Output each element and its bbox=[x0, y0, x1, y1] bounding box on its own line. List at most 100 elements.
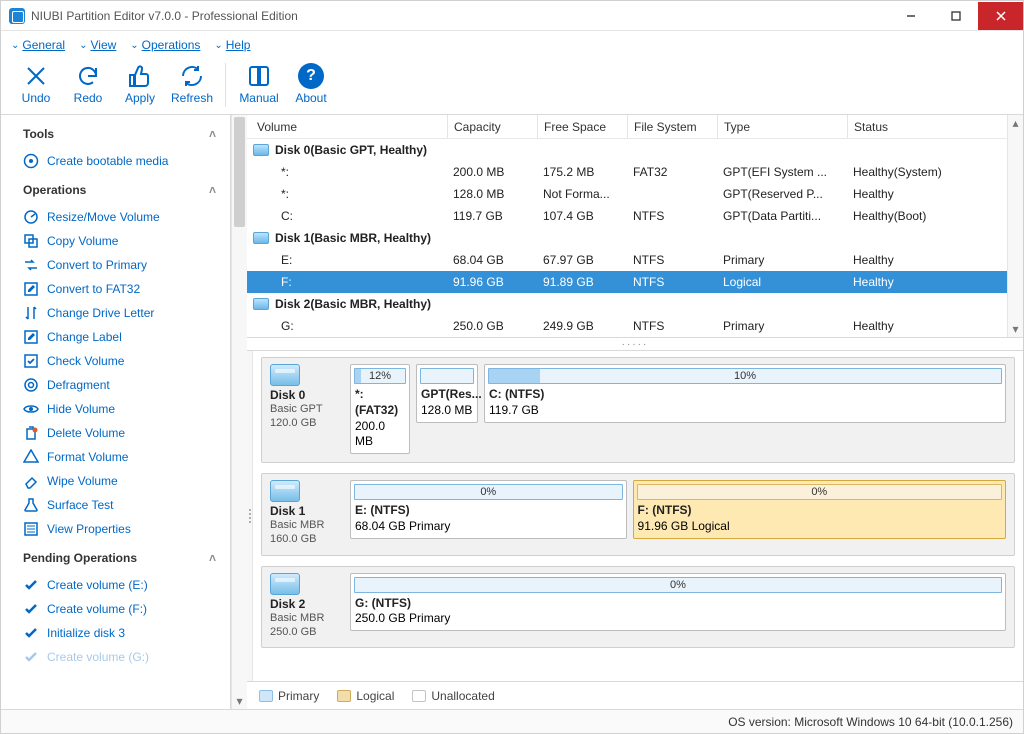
disk-icon bbox=[253, 144, 269, 156]
disc-icon bbox=[23, 153, 39, 169]
chevron-up-icon: ˄ bbox=[209, 551, 216, 565]
undo-icon bbox=[23, 63, 49, 89]
chevron-down-icon: ⌄ bbox=[11, 40, 19, 51]
flask-icon bbox=[23, 497, 39, 513]
sidebar-scrollbar[interactable]: ▾ bbox=[231, 115, 247, 709]
app-icon bbox=[9, 8, 25, 24]
op-resize[interactable]: Resize/Move Volume bbox=[1, 205, 230, 229]
disk-icon bbox=[270, 480, 300, 502]
refresh-button[interactable]: Refresh bbox=[167, 63, 217, 105]
op-delete[interactable]: Delete Volume bbox=[1, 421, 230, 445]
col-volume[interactable]: Volume bbox=[247, 115, 447, 138]
eraser-icon bbox=[23, 473, 39, 489]
disk-map-area: Disk 0Basic GPT120.0 GB 12%*: (FAT32)200… bbox=[253, 351, 1023, 681]
partition-box[interactable]: 0%E: (NTFS)68.04 GB Primary bbox=[350, 480, 627, 539]
legend-unallocated: Unallocated bbox=[412, 689, 494, 703]
undo-button[interactable]: Undo bbox=[11, 63, 61, 105]
op-drive-letter[interactable]: Change Drive Letter bbox=[1, 301, 230, 325]
col-free[interactable]: Free Space bbox=[537, 115, 627, 138]
volume-row-selected[interactable]: F:91.96 GB91.89 GBNTFSLogicalHealthy bbox=[247, 271, 1007, 293]
tools-header[interactable]: Tools˄ bbox=[1, 117, 230, 149]
legend-primary: Primary bbox=[259, 689, 319, 703]
legend-logical: Logical bbox=[337, 689, 394, 703]
op-properties[interactable]: View Properties bbox=[1, 517, 230, 541]
pending-item[interactable]: Create volume (E:) bbox=[1, 573, 230, 597]
op-format[interactable]: Format Volume bbox=[1, 445, 230, 469]
maximize-button[interactable] bbox=[933, 2, 978, 30]
disk-row[interactable]: Disk 0(Basic GPT, Healthy) bbox=[247, 139, 1007, 161]
table-header: Volume Capacity Free Space File System T… bbox=[247, 115, 1007, 139]
title-bar: NIUBI Partition Editor v7.0.0 - Professi… bbox=[1, 1, 1023, 31]
chevron-up-icon: ˄ bbox=[209, 127, 216, 141]
label-icon bbox=[23, 329, 39, 345]
op-surface-test[interactable]: Surface Test bbox=[1, 493, 230, 517]
partition-box-selected[interactable]: 0%F: (NTFS)91.96 GB Logical bbox=[633, 480, 1006, 539]
op-wipe[interactable]: Wipe Volume bbox=[1, 469, 230, 493]
volume-row[interactable]: *:128.0 MBNot Forma...GPT(Reserved P...H… bbox=[247, 183, 1007, 205]
horizontal-splitter[interactable]: ····· bbox=[247, 337, 1023, 351]
disk-row[interactable]: Disk 1(Basic MBR, Healthy) bbox=[247, 227, 1007, 249]
op-copy[interactable]: Copy Volume bbox=[1, 229, 230, 253]
convert-icon bbox=[23, 257, 39, 273]
col-status[interactable]: Status bbox=[847, 115, 1007, 138]
op-convert-primary[interactable]: Convert to Primary bbox=[1, 253, 230, 277]
target-icon bbox=[23, 377, 39, 393]
menu-view[interactable]: ⌄View bbox=[79, 38, 116, 52]
scroll-down-icon[interactable]: ▾ bbox=[232, 693, 247, 709]
op-defrag[interactable]: Defragment bbox=[1, 373, 230, 397]
pending-item[interactable]: Create volume (F:) bbox=[1, 597, 230, 621]
check-icon bbox=[23, 601, 39, 617]
edit-icon bbox=[23, 281, 39, 297]
volume-row[interactable]: G:250.0 GB249.9 GBNTFSPrimaryHealthy bbox=[247, 315, 1007, 337]
col-capacity[interactable]: Capacity bbox=[447, 115, 537, 138]
op-hide[interactable]: Hide Volume bbox=[1, 397, 230, 421]
redo-button[interactable]: Redo bbox=[63, 63, 113, 105]
close-button[interactable] bbox=[978, 2, 1023, 30]
sidebar-create-bootable[interactable]: Create bootable media bbox=[1, 149, 230, 173]
swatch-primary bbox=[259, 690, 273, 702]
trash-icon bbox=[23, 425, 39, 441]
op-convert-fat32[interactable]: Convert to FAT32 bbox=[1, 277, 230, 301]
pending-item[interactable]: Create volume (G:) bbox=[1, 645, 230, 669]
manual-button[interactable]: Manual bbox=[234, 63, 284, 105]
pending-header[interactable]: Pending Operations˄ bbox=[1, 541, 230, 573]
minimize-button[interactable] bbox=[888, 2, 933, 30]
scrollbar-thumb[interactable] bbox=[234, 117, 245, 227]
scroll-up-icon[interactable]: ▴ bbox=[1008, 115, 1023, 131]
menu-bar: ⌄General ⌄View ⌄Operations ⌄Help bbox=[1, 31, 1023, 59]
check-icon bbox=[23, 353, 39, 369]
op-check[interactable]: Check Volume bbox=[1, 349, 230, 373]
disk-row[interactable]: Disk 2(Basic MBR, Healthy) bbox=[247, 293, 1007, 315]
partition-box[interactable]: GPT(Res...128.0 MB bbox=[416, 364, 478, 423]
volume-row[interactable]: *:200.0 MB175.2 MBFAT32GPT(EFI System ..… bbox=[247, 161, 1007, 183]
menu-operations[interactable]: ⌄Operations bbox=[130, 38, 200, 52]
toolbar-separator bbox=[225, 63, 226, 107]
menu-general[interactable]: ⌄General bbox=[11, 38, 65, 52]
redo-icon bbox=[75, 63, 101, 89]
op-change-label[interactable]: Change Label bbox=[1, 325, 230, 349]
status-bar: OS version: Microsoft Windows 10 64-bit … bbox=[1, 709, 1023, 733]
partition-box[interactable]: 12%*: (FAT32)200.0 MB bbox=[350, 364, 410, 454]
col-type[interactable]: Type bbox=[717, 115, 847, 138]
volume-row[interactable]: C:119.7 GB107.4 GBNTFSGPT(Data Partiti..… bbox=[247, 205, 1007, 227]
chevron-up-icon: ˄ bbox=[209, 183, 216, 197]
refresh-icon bbox=[179, 63, 205, 89]
check-icon bbox=[23, 625, 39, 641]
swatch-logical bbox=[337, 690, 351, 702]
partition-box[interactable]: 0%G: (NTFS)250.0 GB Primary bbox=[350, 573, 1006, 632]
volume-row[interactable]: E:68.04 GB67.97 GBNTFSPrimaryHealthy bbox=[247, 249, 1007, 271]
table-scrollbar[interactable]: ▴▾ bbox=[1007, 115, 1023, 337]
copy-icon bbox=[23, 233, 39, 249]
partition-box[interactable]: 10%C: (NTFS)119.7 GB bbox=[484, 364, 1006, 423]
scroll-down-icon[interactable]: ▾ bbox=[1008, 321, 1023, 337]
disk-icon bbox=[253, 298, 269, 310]
menu-help[interactable]: ⌄Help bbox=[214, 38, 250, 52]
about-button[interactable]: ?About bbox=[286, 63, 336, 105]
apply-button[interactable]: Apply bbox=[115, 63, 165, 105]
question-icon: ? bbox=[298, 63, 324, 89]
operations-header[interactable]: Operations˄ bbox=[1, 173, 230, 205]
status-text: OS version: Microsoft Windows 10 64-bit … bbox=[728, 715, 1013, 729]
check-icon bbox=[23, 577, 39, 593]
pending-item[interactable]: Initialize disk 3 bbox=[1, 621, 230, 645]
col-filesystem[interactable]: File System bbox=[627, 115, 717, 138]
